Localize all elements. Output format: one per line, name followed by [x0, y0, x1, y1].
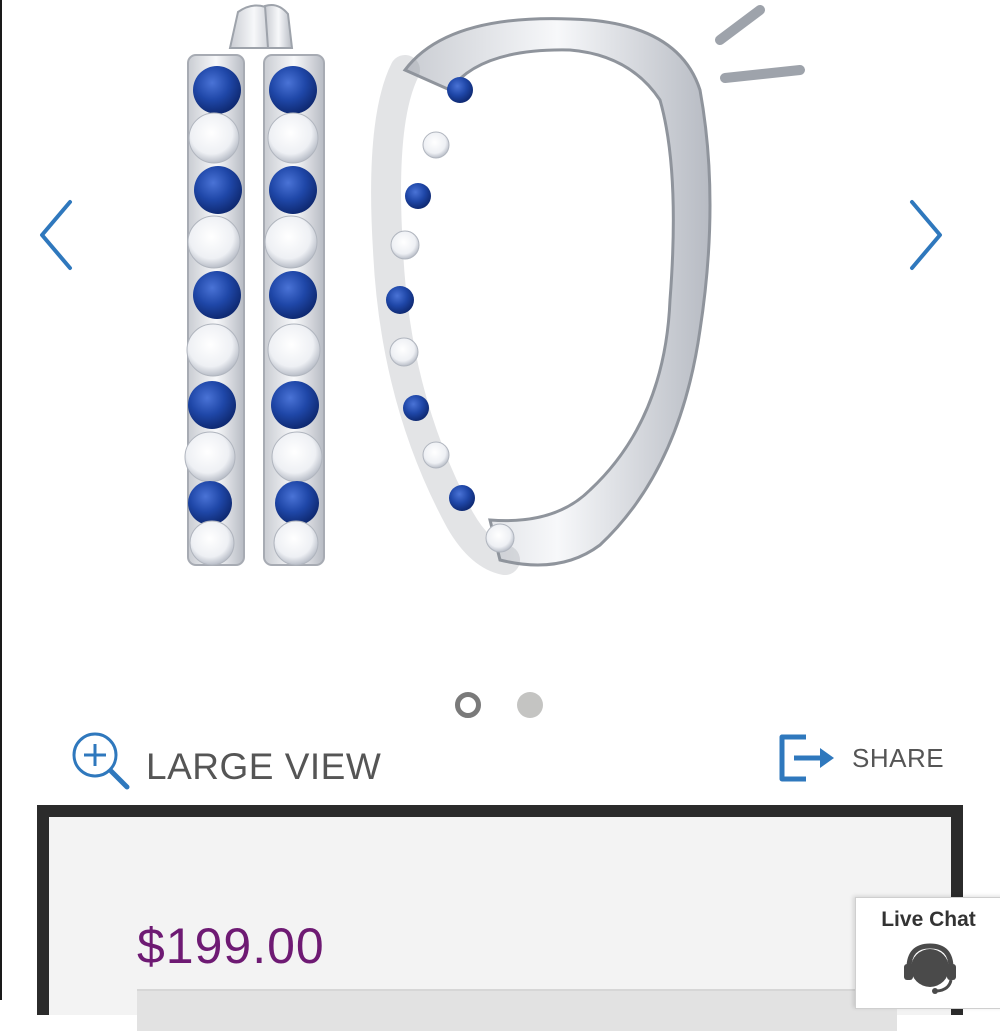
price-panel: $199.00 — [37, 805, 963, 1031]
right-earring — [371, 5, 805, 575]
gallery-dot-active[interactable] — [455, 692, 481, 718]
share-icon — [779, 734, 834, 782]
live-chat-button[interactable]: Live Chat — [855, 897, 1000, 1009]
product-image[interactable] — [160, 0, 860, 600]
left-earring — [184, 4, 325, 566]
zoom-in-icon — [72, 732, 130, 790]
gallery-pagination — [0, 692, 1000, 722]
headset-icon — [904, 943, 956, 994]
gallery-dot[interactable] — [517, 692, 543, 718]
share-label: SHARE — [852, 742, 945, 773]
product-price: $199.00 — [137, 918, 325, 974]
product-gallery — [0, 0, 1000, 718]
large-view-button[interactable]: LARGE VIEW — [70, 726, 381, 796]
price-panel-divider — [137, 989, 897, 1031]
live-chat-label: Live Chat — [881, 908, 976, 931]
previous-image-arrow-icon[interactable] — [32, 190, 82, 280]
next-image-arrow-icon[interactable] — [900, 190, 950, 280]
large-view-label: LARGE VIEW — [146, 746, 382, 787]
share-button[interactable]: SHARE — [776, 728, 944, 788]
